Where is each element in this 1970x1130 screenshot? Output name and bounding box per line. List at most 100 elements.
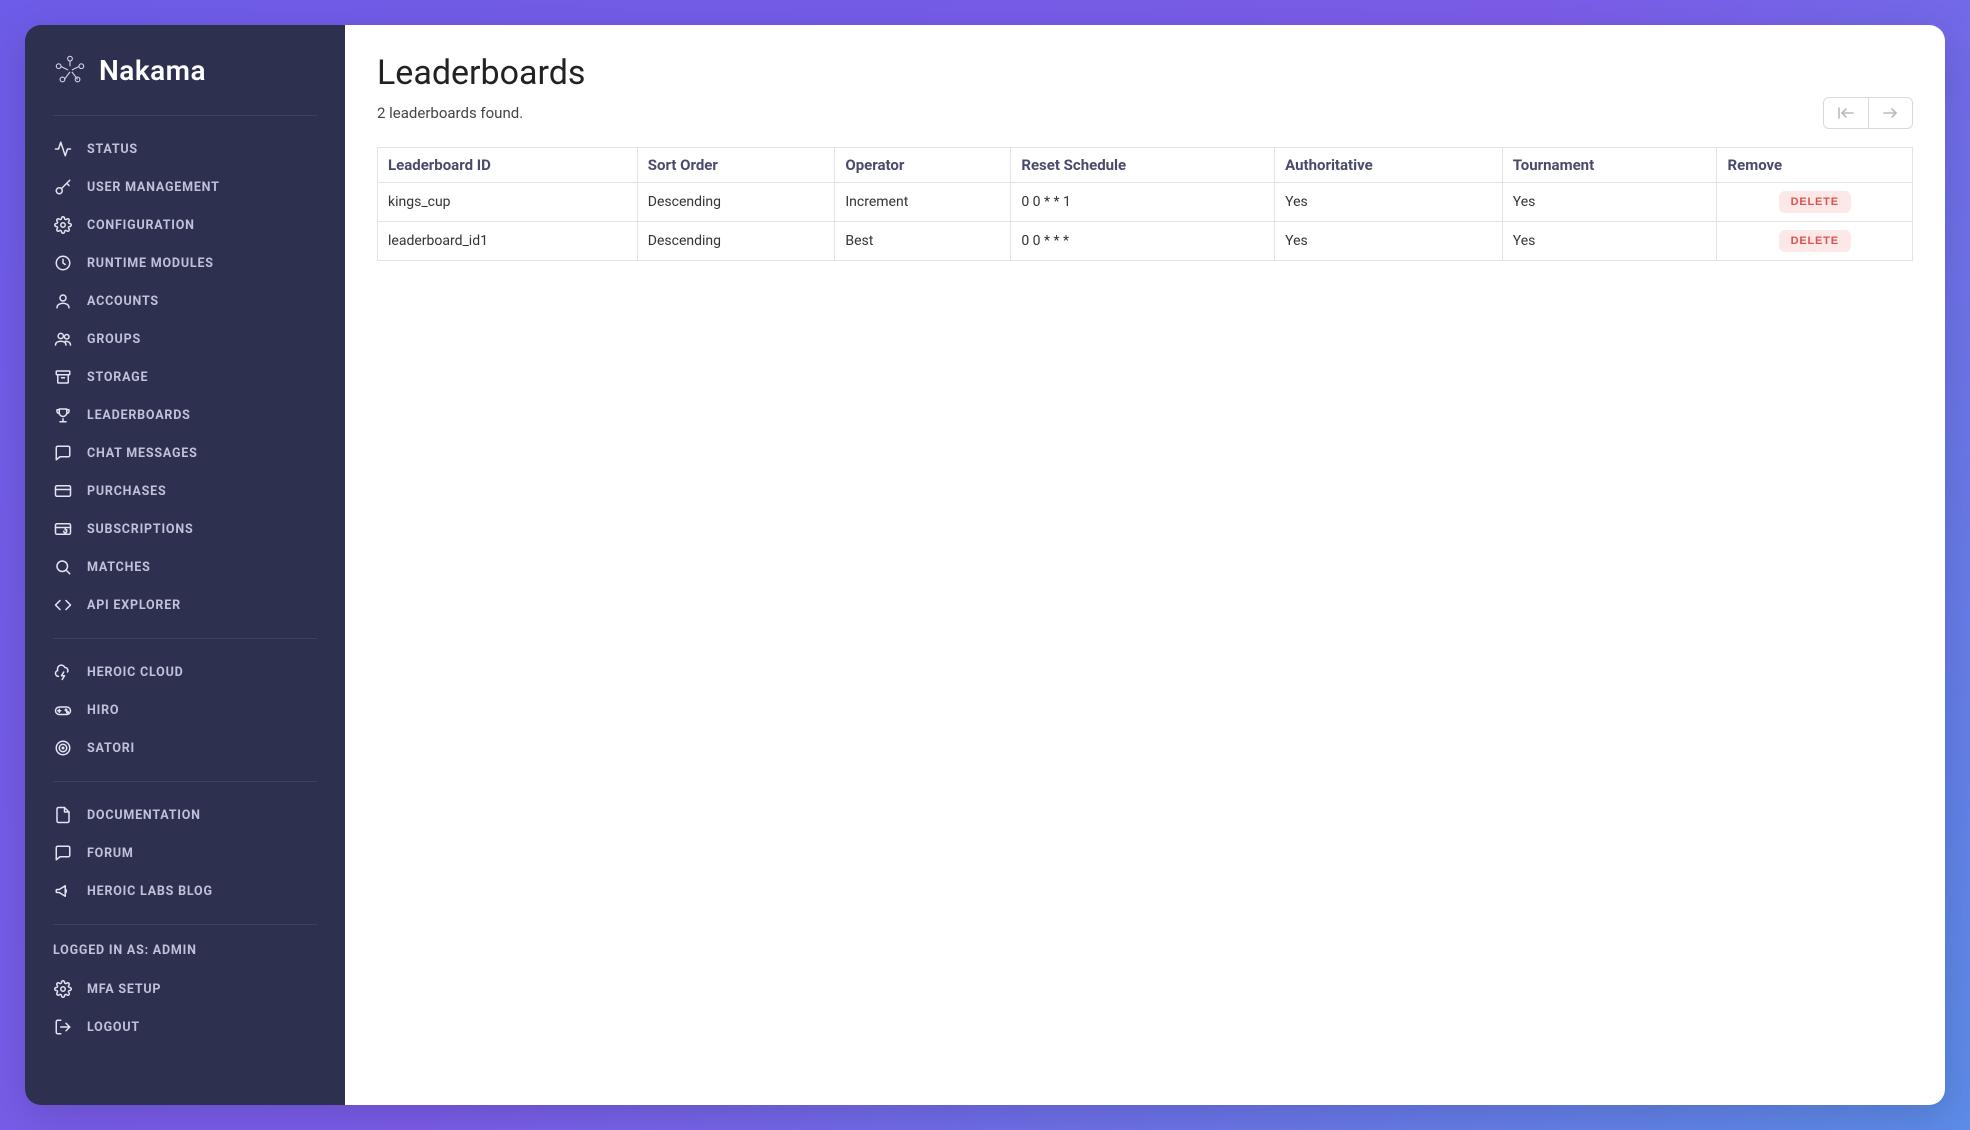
sidebar-item-label: Heroic Labs Blog xyxy=(87,884,213,899)
sidebar-item-label: Documentation xyxy=(87,808,201,823)
cell-authoritative: Yes xyxy=(1275,183,1503,222)
gear-icon xyxy=(53,979,73,999)
file-icon xyxy=(53,805,73,825)
sidebar-item-label: Status xyxy=(87,142,138,157)
sidebar-item-label: Leaderboards xyxy=(87,408,191,423)
chat-icon xyxy=(53,443,73,463)
delete-button[interactable]: Delete xyxy=(1779,230,1851,252)
arrow-left-bar-icon xyxy=(1837,106,1855,120)
sidebar-item-label: Purchases xyxy=(87,484,166,499)
sidebar-item-storage[interactable]: Storage xyxy=(25,358,345,396)
sidebar-item-label: User Management xyxy=(87,180,220,195)
trophy-icon xyxy=(53,405,73,425)
cell-remove: Delete xyxy=(1717,222,1913,261)
sidebar-item-label: Matches xyxy=(87,560,151,575)
search-icon xyxy=(53,557,73,577)
sidebar-item-configuration[interactable]: Configuration xyxy=(25,206,345,244)
sidebar-item-label: Satori xyxy=(87,741,135,756)
sidebar-item-label: Chat Messages xyxy=(87,446,198,461)
sidebar-item-user-management[interactable]: User Management xyxy=(25,168,345,206)
sidebar-item-hiro[interactable]: Hiro xyxy=(25,691,345,729)
megaphone-icon xyxy=(53,881,73,901)
cell-authoritative: Yes xyxy=(1275,222,1503,261)
activity-icon xyxy=(53,139,73,159)
sidebar: Nakama Status User Management Configuratio… xyxy=(25,25,345,1105)
sidebar-item-matches[interactable]: Matches xyxy=(25,548,345,586)
chat-icon xyxy=(53,843,73,863)
arrow-right-icon xyxy=(1882,106,1900,120)
pager-prev-button[interactable] xyxy=(1824,98,1868,128)
sidebar-item-leaderboards[interactable]: Leaderboards xyxy=(25,396,345,434)
cell-operator: Best xyxy=(835,222,1011,261)
sidebar-item-label: API Explorer xyxy=(87,598,181,613)
gamepad-icon xyxy=(53,700,73,720)
sidebar-item-satori[interactable]: Satori xyxy=(25,729,345,767)
page-title: Leaderboards xyxy=(377,53,1913,93)
divider xyxy=(53,638,317,639)
sidebar-item-heroic-labs-blog[interactable]: Heroic Labs Blog xyxy=(25,872,345,910)
divider xyxy=(53,924,317,925)
main-content: Leaderboards 2 leaderboards found. xyxy=(345,25,1945,1105)
target-icon xyxy=(53,738,73,758)
col-authoritative: Authoritative xyxy=(1275,148,1503,183)
sidebar-item-heroic-cloud[interactable]: Heroic Cloud xyxy=(25,653,345,691)
brand-name: Nakama xyxy=(99,54,206,87)
leaderboards-table: Leaderboard ID Sort Order Operator Reset… xyxy=(377,147,1913,261)
col-reset-schedule: Reset Schedule xyxy=(1011,148,1275,183)
cell-sort_order: Descending xyxy=(637,222,835,261)
user-icon xyxy=(53,291,73,311)
sidebar-item-label: Accounts xyxy=(87,294,159,309)
sidebar-item-runtime-modules[interactable]: Runtime Modules xyxy=(25,244,345,282)
cell-reset_schedule: 0 0 * * 1 xyxy=(1011,183,1275,222)
cell-reset_schedule: 0 0 * * * xyxy=(1011,222,1275,261)
sidebar-item-status[interactable]: Status xyxy=(25,130,345,168)
key-icon xyxy=(53,177,73,197)
cloud-bolt-icon xyxy=(53,662,73,682)
sidebar-item-label: Storage xyxy=(87,370,148,385)
table-row[interactable]: kings_cupDescendingIncrement0 0 * * 1Yes… xyxy=(378,183,1913,222)
sidebar-item-documentation[interactable]: Documentation xyxy=(25,796,345,834)
pager-next-button[interactable] xyxy=(1868,98,1912,128)
sidebar-item-groups[interactable]: Groups xyxy=(25,320,345,358)
nav-external: Heroic Cloud Hiro Satori xyxy=(25,647,345,773)
card-icon xyxy=(53,481,73,501)
logout-icon xyxy=(53,1017,73,1037)
sidebar-item-label: Configuration xyxy=(87,218,195,233)
col-operator[interactable]: Operator xyxy=(835,148,1011,183)
table-row[interactable]: leaderboard_id1DescendingBest0 0 * * *Ye… xyxy=(378,222,1913,261)
col-remove: Remove xyxy=(1717,148,1913,183)
cell-tournament: Yes xyxy=(1502,183,1717,222)
col-sort-order[interactable]: Sort Order xyxy=(637,148,835,183)
sidebar-item-mfa-setup[interactable]: MFA Setup xyxy=(25,970,345,1008)
sidebar-item-subscriptions[interactable]: Subscriptions xyxy=(25,510,345,548)
delete-button[interactable]: Delete xyxy=(1779,191,1851,213)
topbar: 2 leaderboards found. xyxy=(377,97,1913,129)
brand-logo-icon xyxy=(53,53,87,87)
divider xyxy=(53,781,317,782)
sidebar-item-logout[interactable]: Logout xyxy=(25,1008,345,1046)
sidebar-item-label: Groups xyxy=(87,332,141,347)
found-count-text: 2 leaderboards found. xyxy=(377,104,523,122)
users-icon xyxy=(53,329,73,349)
sidebar-item-label: Runtime Modules xyxy=(87,256,214,271)
sidebar-item-accounts[interactable]: Accounts xyxy=(25,282,345,320)
sidebar-item-purchases[interactable]: Purchases xyxy=(25,472,345,510)
nav-main: Status User Management Configuration Runtim… xyxy=(25,124,345,630)
sidebar-item-api-explorer[interactable]: API Explorer xyxy=(25,586,345,624)
table-header-row: Leaderboard ID Sort Order Operator Reset… xyxy=(378,148,1913,183)
logged-in-label: Logged in as: admin xyxy=(25,933,345,964)
cell-operator: Increment xyxy=(835,183,1011,222)
sidebar-item-chat-messages[interactable]: Chat Messages xyxy=(25,434,345,472)
divider xyxy=(53,115,317,116)
sidebar-item-label: Heroic Cloud xyxy=(87,665,184,680)
archive-icon xyxy=(53,367,73,387)
brand: Nakama xyxy=(25,41,345,107)
card-repeat-icon xyxy=(53,519,73,539)
col-tournament: Tournament xyxy=(1502,148,1717,183)
cell-id: leaderboard_id1 xyxy=(378,222,638,261)
col-leaderboard-id[interactable]: Leaderboard ID xyxy=(378,148,638,183)
gear-icon xyxy=(53,215,73,235)
sidebar-item-label: Subscriptions xyxy=(87,522,193,537)
cell-remove: Delete xyxy=(1717,183,1913,222)
sidebar-item-forum[interactable]: Forum xyxy=(25,834,345,872)
